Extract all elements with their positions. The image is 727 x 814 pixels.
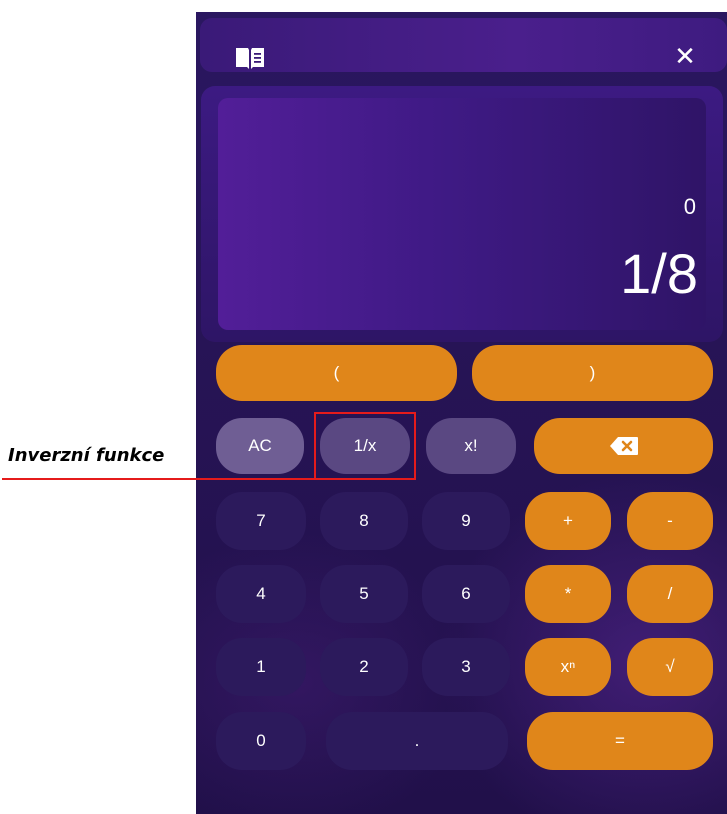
factorial-button[interactable]: x! xyxy=(426,418,516,474)
digit-7-button[interactable]: 7 xyxy=(216,492,306,550)
plus-button[interactable]: + xyxy=(525,492,611,550)
minus-button[interactable]: - xyxy=(627,492,713,550)
digit-4-button[interactable]: 4 xyxy=(216,565,306,623)
display: 0 1/8 xyxy=(218,98,706,330)
multiply-button[interactable]: * xyxy=(525,565,611,623)
previous-value: 0 xyxy=(683,194,696,219)
digit-9-button[interactable]: 9 xyxy=(422,492,510,550)
power-button[interactable]: xⁿ xyxy=(525,638,611,696)
digit-8-button[interactable]: 8 xyxy=(320,492,408,550)
digit-3-button[interactable]: 3 xyxy=(422,638,510,696)
digit-1-button[interactable]: 1 xyxy=(216,638,306,696)
digit-6-button[interactable]: 6 xyxy=(422,565,510,623)
close-paren-button[interactable]: ) xyxy=(472,345,713,401)
display-panel: 0 1/8 xyxy=(201,86,723,342)
title-bar: ✕ xyxy=(200,18,727,72)
divide-button[interactable]: / xyxy=(627,565,713,623)
backspace-icon xyxy=(609,437,638,455)
annotation-label: Inverzní funkce xyxy=(8,445,165,466)
decimal-button[interactable]: . xyxy=(326,712,508,770)
close-icon[interactable]: ✕ xyxy=(670,42,700,72)
backspace-button[interactable] xyxy=(534,418,713,474)
calculator-window: ✕ 0 1/8 ( ) AC 1/x x! 7 8 9 + - 4 5 6 * … xyxy=(196,12,727,814)
book-icon[interactable] xyxy=(234,45,266,71)
annotation-highlight-box xyxy=(314,412,416,480)
current-value: 1/8 xyxy=(620,242,698,305)
equals-button[interactable]: = xyxy=(527,712,713,770)
sqrt-button[interactable]: √ xyxy=(627,638,713,696)
screenshot-stage: ✕ 0 1/8 ( ) AC 1/x x! 7 8 9 + - 4 5 6 * … xyxy=(0,0,727,814)
open-paren-button[interactable]: ( xyxy=(216,345,457,401)
annotation-pointer-line xyxy=(2,478,323,480)
digit-2-button[interactable]: 2 xyxy=(320,638,408,696)
clear-button[interactable]: AC xyxy=(216,418,304,474)
digit-0-button[interactable]: 0 xyxy=(216,712,306,770)
digit-5-button[interactable]: 5 xyxy=(320,565,408,623)
